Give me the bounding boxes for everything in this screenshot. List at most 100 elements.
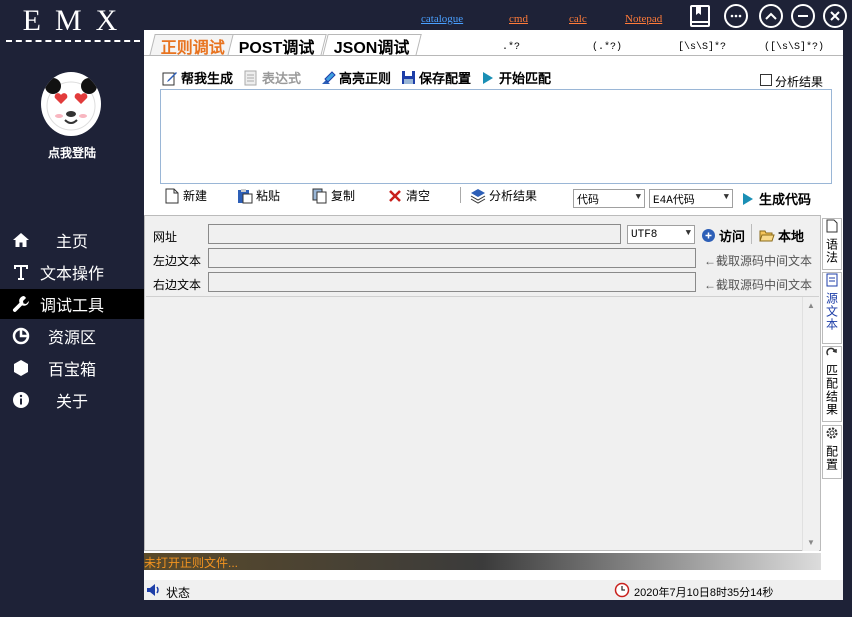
x-icon xyxy=(387,188,403,204)
close-icon[interactable] xyxy=(823,4,847,28)
book-icon[interactable] xyxy=(688,4,712,28)
select-value: UTF8 xyxy=(631,228,658,241)
tab-label: POST调试 xyxy=(238,39,315,57)
catalogue-link[interactable]: catalogue xyxy=(421,13,463,25)
minimize-icon[interactable] xyxy=(791,4,815,28)
paste-button[interactable]: 粘贴 xyxy=(237,187,280,204)
nav-label: 关于 xyxy=(55,394,88,411)
chevron-up-icon[interactable] xyxy=(759,4,783,28)
file-status-bar: 未打开正则文件... xyxy=(144,553,821,570)
side-tab-syntax[interactable]: 语法 xyxy=(822,218,842,270)
chevron-down-icon: ▼ xyxy=(635,192,641,202)
text-icon xyxy=(12,263,30,281)
document-icon xyxy=(243,70,259,86)
tab-regex-debug[interactable]: 正则调试 xyxy=(149,34,237,57)
side-tab-label: 源文本 xyxy=(824,292,839,331)
highlighter-icon xyxy=(320,70,336,86)
nav-item-resources[interactable]: 资源区 xyxy=(0,321,144,351)
scroll-up-icon[interactable]: ▲ xyxy=(807,301,815,310)
pattern-lazy-any[interactable]: .*? xyxy=(502,42,520,53)
encoding-select[interactable]: UTF8 ▼ xyxy=(627,225,695,244)
info-icon xyxy=(12,391,30,409)
start-match-button[interactable]: 开始匹配 xyxy=(480,68,551,87)
wrench-icon xyxy=(12,295,30,313)
generate-code-button[interactable]: 生成代码 xyxy=(740,189,811,208)
scroll-down-icon[interactable]: ▼ xyxy=(807,538,815,547)
code-type-select[interactable]: E4A代码 ▼ xyxy=(649,189,733,208)
button-label: 生成代码 xyxy=(759,192,812,207)
chevron-down-icon: ▼ xyxy=(723,192,729,202)
toolbar-divider xyxy=(460,187,461,203)
nav-label: 调试工具 xyxy=(40,298,105,315)
edit-icon xyxy=(162,70,178,86)
side-tab-config[interactable]: 配置 xyxy=(822,425,842,479)
side-tab-label: 语法 xyxy=(824,238,839,264)
tab-json-debug[interactable]: JSON调试 xyxy=(322,34,422,57)
code-select[interactable]: 代码 ▼ xyxy=(573,189,645,208)
pattern-group-lazy-all[interactable]: ([\s\S]*?) xyxy=(764,42,824,53)
button-label: 表达式 xyxy=(262,71,302,86)
pie-chart-icon xyxy=(12,327,30,345)
cmd-link[interactable]: cmd xyxy=(509,13,528,25)
nav-item-home[interactable]: 主页 xyxy=(0,225,144,255)
button-label: 开始匹配 xyxy=(499,71,552,86)
regex-input[interactable] xyxy=(160,89,832,184)
button-label: 新建 xyxy=(183,189,208,203)
play-icon xyxy=(740,191,756,207)
calc-link[interactable]: calc xyxy=(569,13,587,25)
analyze-results-label: 分析结果 xyxy=(775,75,824,89)
play-icon xyxy=(480,70,496,86)
new-button[interactable]: 新建 xyxy=(164,187,207,204)
avatar[interactable] xyxy=(41,72,101,136)
button-label: 帮我生成 xyxy=(181,71,234,86)
notepad-link[interactable]: Notepad xyxy=(625,13,662,25)
right-text-input[interactable] xyxy=(208,272,696,292)
analyze-results-button[interactable]: 分析结果 xyxy=(470,187,537,204)
tab-post-debug[interactable]: POST调试 xyxy=(227,34,327,57)
vertical-scrollbar[interactable]: ▲ ▼ xyxy=(802,297,819,551)
nav-item-text-ops[interactable]: 文本操作 xyxy=(0,257,144,287)
side-tab-label: 配置 xyxy=(824,445,839,471)
clear-button[interactable]: 清空 xyxy=(387,187,430,204)
pattern-lazy-all[interactable]: [\s\S]*? xyxy=(678,42,726,53)
local-button[interactable]: 本地 xyxy=(759,226,804,245)
side-tab-match-results[interactable]: 匹配结果 xyxy=(822,346,842,422)
analyze-results-checkbox[interactable] xyxy=(760,74,772,86)
gear-icon xyxy=(825,426,839,443)
expression-button[interactable]: 表达式 xyxy=(243,68,301,87)
hexagon-icon xyxy=(12,359,30,377)
left-text-hint: ←截取源码中间文本 xyxy=(704,254,813,268)
main-panel: 正则调试 POST调试 JSON调试 .*? (.*?) [\s\S]*? ([… xyxy=(144,30,843,600)
speaker-icon xyxy=(146,583,162,600)
notes-icon xyxy=(826,273,838,290)
left-text-label: 左边文本 xyxy=(153,254,202,268)
nav-item-about[interactable]: 关于 xyxy=(0,385,144,415)
login-link[interactable]: 点我登陆 xyxy=(0,144,144,161)
left-text-input[interactable] xyxy=(208,248,696,268)
url-input[interactable] xyxy=(208,224,621,244)
stack-icon xyxy=(470,188,486,204)
copy-button[interactable]: 复制 xyxy=(312,187,355,204)
help-generate-button[interactable]: 帮我生成 xyxy=(162,68,233,87)
save-config-button[interactable]: 保存配置 xyxy=(400,68,471,87)
side-tab-label: 匹配结果 xyxy=(824,364,839,416)
source-content-area[interactable]: ▲ ▼ xyxy=(146,296,819,551)
nav-item-debug-tools[interactable]: 调试工具 xyxy=(0,289,144,319)
side-tab-source-text[interactable]: 源文本 xyxy=(822,272,842,344)
nav-label: 百宝箱 xyxy=(47,362,96,379)
right-text-hint: ←截取源码中间文本 xyxy=(704,278,813,292)
datetime-text: 2020年7月10日8时35分14秒 xyxy=(634,587,774,599)
document-icon xyxy=(826,219,838,236)
clipboard-icon xyxy=(237,188,253,204)
sidebar: EMX 点我登陆 主页 文本操作 调试工具 资源区 百宝箱 关于 xyxy=(0,0,144,617)
url-label: 网址 xyxy=(153,230,178,244)
new-file-icon xyxy=(164,188,180,204)
status-bar: 状态 2020年7月10日8时35分14秒 xyxy=(144,580,843,600)
highlight-regex-button[interactable]: 高亮正则 xyxy=(320,68,391,87)
pattern-group-lazy-any[interactable]: (.*?) xyxy=(592,42,622,53)
clock-icon xyxy=(614,582,630,601)
redo-icon xyxy=(826,347,838,362)
nav-item-toolbox[interactable]: 百宝箱 xyxy=(0,353,144,383)
chat-icon[interactable] xyxy=(724,4,748,28)
visit-button[interactable]: 访问 xyxy=(700,226,745,245)
